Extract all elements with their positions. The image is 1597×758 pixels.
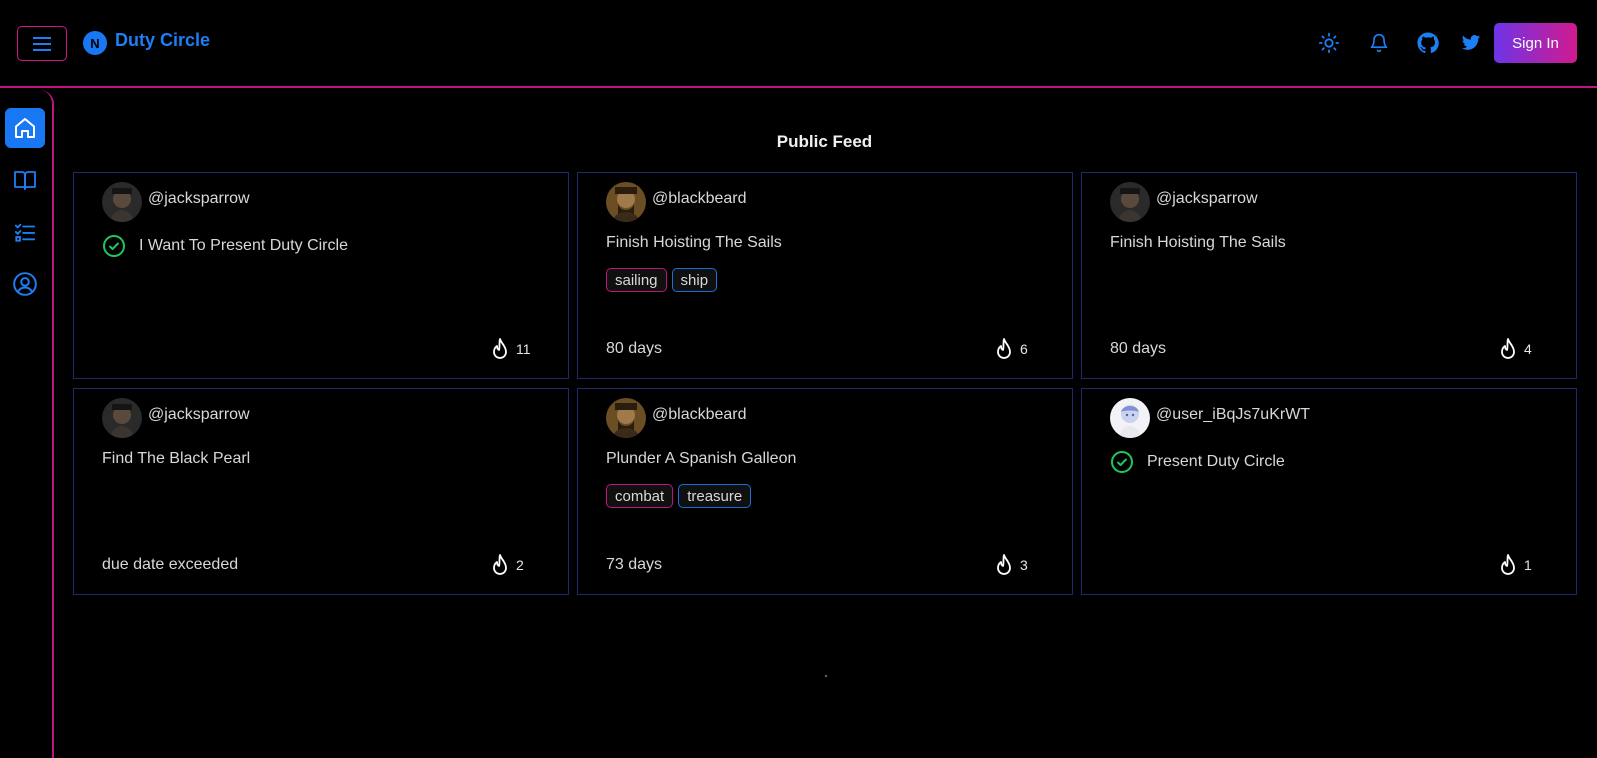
feed-card[interactable]: @jacksparrow I Want To Present Duty Circ… xyxy=(73,172,569,379)
task-text: I Want To Present Duty Circle xyxy=(139,237,348,254)
like-count: 1 xyxy=(1524,557,1532,573)
bell-icon[interactable] xyxy=(1367,31,1391,55)
username[interactable]: @blackbeard xyxy=(652,190,747,208)
sidebar-item-home[interactable] xyxy=(5,108,45,148)
due-label: due date exceeded xyxy=(102,556,239,573)
task-text: Present Duty Circle xyxy=(1147,453,1285,470)
checklist-icon xyxy=(14,223,36,242)
app-title[interactable]: Duty Circle xyxy=(115,30,210,51)
like-count: 6 xyxy=(1020,341,1028,357)
task-text: Finish Hoisting The Sails xyxy=(1110,234,1286,251)
feed-card[interactable]: @jacksparrow Find The Black Pearl due da… xyxy=(73,388,569,595)
sidebar-item-book[interactable] xyxy=(5,160,45,200)
task-title: Finish Hoisting The Sails xyxy=(606,234,782,252)
sidebar xyxy=(0,90,54,758)
flame-icon xyxy=(1501,554,1515,575)
menu-button[interactable] xyxy=(17,26,67,61)
tag-list: sailing ship xyxy=(606,268,718,292)
sign-in-button[interactable]: Sign In xyxy=(1494,23,1577,63)
task-title: Find The Black Pearl xyxy=(102,450,250,468)
avatar[interactable] xyxy=(102,398,142,438)
loading-dot xyxy=(825,675,827,677)
logo-letter: N xyxy=(90,35,100,51)
due-label: 80 days xyxy=(1110,340,1167,357)
like-count: 2 xyxy=(516,557,524,573)
check-circle-icon xyxy=(102,234,126,258)
feed-card[interactable]: @blackbeard Finish Hoisting The Sails sa… xyxy=(577,172,1073,379)
feed-card[interactable]: @user_iBqJs7uKrWT Present Duty Circle 1 xyxy=(1081,388,1577,595)
feed-card[interactable]: @blackbeard Plunder A Spanish Galleon co… xyxy=(577,388,1073,595)
task-title: Present Duty Circle xyxy=(1110,450,1285,474)
task-title: Plunder A Spanish Galleon xyxy=(606,450,796,468)
task-text: Finish Hoisting The Sails xyxy=(606,234,782,251)
avatar[interactable] xyxy=(606,398,646,438)
like-button[interactable]: 3 xyxy=(994,553,1028,577)
due-label: 73 days xyxy=(606,556,663,573)
user-circle-icon xyxy=(13,272,37,296)
flame-icon xyxy=(493,554,507,575)
task-text: Plunder A Spanish Galleon xyxy=(606,450,797,467)
like-button[interactable]: 2 xyxy=(490,553,524,577)
flame-icon xyxy=(997,338,1011,359)
avatar[interactable] xyxy=(1110,398,1150,438)
sidebar-item-profile[interactable] xyxy=(5,264,45,304)
tag-list: combat treasure xyxy=(606,484,752,508)
avatar[interactable] xyxy=(1110,182,1150,222)
flame-icon xyxy=(493,338,507,359)
page-title: Public Feed xyxy=(776,132,873,151)
home-icon xyxy=(15,118,35,138)
username[interactable]: @user_iBqJs7uKrWT xyxy=(1156,406,1310,424)
like-button[interactable]: 6 xyxy=(994,337,1028,361)
book-icon xyxy=(14,171,36,190)
flame-icon xyxy=(997,554,1011,575)
task-text: Find The Black Pearl xyxy=(102,450,251,467)
tag[interactable]: treasure xyxy=(678,484,752,508)
top-navbar: N Duty Circle Sign In xyxy=(0,0,1597,88)
app-logo[interactable]: N xyxy=(83,31,107,55)
like-count: 4 xyxy=(1524,341,1532,357)
due-label: 80 days xyxy=(606,340,663,357)
username[interactable]: @jacksparrow xyxy=(148,190,250,208)
menu-icon xyxy=(33,36,51,51)
feed-card[interactable]: @jacksparrow Finish Hoisting The Sails 8… xyxy=(1081,172,1577,379)
sun-icon[interactable] xyxy=(1317,31,1341,55)
like-count: 11 xyxy=(516,341,531,357)
flame-icon xyxy=(1501,338,1515,359)
twitter-icon[interactable] xyxy=(1459,31,1483,55)
username[interactable]: @jacksparrow xyxy=(1156,190,1258,208)
task-title: I Want To Present Duty Circle xyxy=(102,234,348,258)
like-button[interactable]: 1 xyxy=(1498,553,1532,577)
tag[interactable]: sailing xyxy=(606,268,667,292)
username[interactable]: @jacksparrow xyxy=(148,406,250,424)
like-count: 3 xyxy=(1020,557,1028,573)
like-button[interactable]: 4 xyxy=(1498,337,1532,361)
avatar[interactable] xyxy=(102,182,142,222)
avatar[interactable] xyxy=(606,182,646,222)
tag[interactable]: ship xyxy=(671,268,718,292)
sidebar-item-tasks[interactable] xyxy=(5,212,45,252)
username[interactable]: @blackbeard xyxy=(652,406,747,424)
github-icon[interactable] xyxy=(1416,31,1440,55)
tag[interactable]: combat xyxy=(606,484,674,508)
check-circle-icon xyxy=(1110,450,1134,474)
task-title: Finish Hoisting The Sails xyxy=(1110,234,1286,252)
like-button[interactable]: 11 xyxy=(490,337,531,361)
